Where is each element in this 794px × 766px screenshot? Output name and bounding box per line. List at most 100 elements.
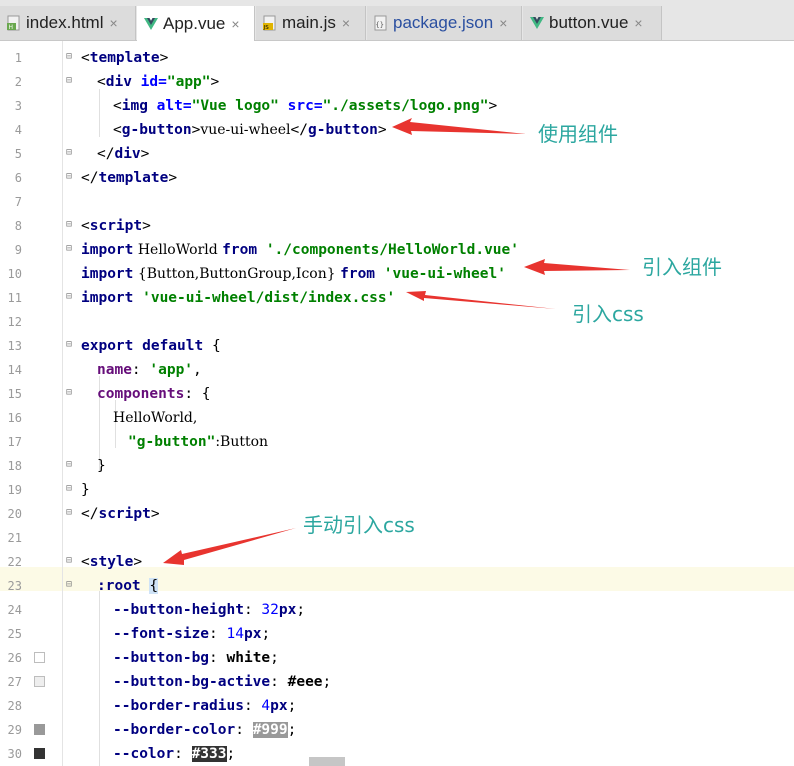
line-number: 14 <box>7 363 22 377</box>
line-number: 8 <box>14 219 22 233</box>
close-icon[interactable]: × <box>342 15 350 31</box>
code-text: <style> <box>81 554 143 570</box>
code-line: 4 <g-button>vue-ui-wheel</g-button> <box>0 118 794 142</box>
line-number: 30 <box>7 747 22 761</box>
close-icon[interactable]: × <box>231 16 239 32</box>
code-line: 7 <box>0 190 794 214</box>
fold-icon[interactable]: ⊟ <box>66 556 77 567</box>
code-line: 23 ⊟ :root { <box>0 574 794 598</box>
json-file-icon: {} <box>374 15 387 31</box>
code-text: </template> <box>81 170 178 186</box>
code-line: 29 --border-color: #999; <box>0 718 794 742</box>
fold-icon[interactable]: ⊟ <box>66 388 77 399</box>
code-text: --color: #333; <box>113 746 236 762</box>
code-line: 15 ⊟ components: { <box>0 382 794 406</box>
code-line: 27 --button-bg-active: #eee; <box>0 670 794 694</box>
line-number: 29 <box>7 723 22 737</box>
code-line: 8 ⊟ <script> <box>0 214 794 238</box>
code-text: import HelloWorld from './components/Hel… <box>81 242 519 258</box>
code-line: 6 ⊟ </template> <box>0 166 794 190</box>
annotation-import-component: 引入组件 <box>642 255 722 279</box>
line-number: 26 <box>7 651 22 665</box>
code-line: 17 "g-button":Button <box>0 430 794 454</box>
code-line: 25 --font-size: 14px; <box>0 622 794 646</box>
code-text: --button-bg: white; <box>113 650 279 666</box>
svg-text:JS: JS <box>263 25 270 31</box>
code-line: 24 --button-height: 32px; <box>0 598 794 622</box>
color-swatch-white[interactable] <box>34 652 45 663</box>
line-number: 4 <box>14 123 22 137</box>
code-text: </div> <box>97 146 150 162</box>
tab-app-vue[interactable]: App.vue × <box>137 6 255 41</box>
line-number: 3 <box>14 99 22 113</box>
fold-icon[interactable]: ⊟ <box>66 292 77 303</box>
fold-icon[interactable]: ⊟ <box>66 460 77 471</box>
annotation-import-css: 引入css <box>572 302 644 326</box>
color-swatch-999[interactable] <box>34 724 45 735</box>
line-number: 11 <box>7 291 22 305</box>
fold-icon[interactable]: ⊟ <box>66 148 77 159</box>
line-number: 17 <box>7 435 22 449</box>
fold-icon[interactable]: ⊟ <box>66 76 77 87</box>
horizontal-scrollbar-thumb[interactable] <box>309 757 345 766</box>
line-number: 7 <box>14 195 22 209</box>
line-number: 5 <box>14 147 22 161</box>
color-swatch-eee[interactable] <box>34 676 45 687</box>
svg-text:H: H <box>9 24 14 31</box>
line-number: 13 <box>7 339 22 353</box>
code-line: 2 ⊟ <div id="app"> <box>0 70 794 94</box>
code-text: name: 'app', <box>97 362 202 378</box>
line-number: 16 <box>7 411 22 425</box>
code-line: 13 ⊟ export default { <box>0 334 794 358</box>
code-text: import {Button,ButtonGroup,Icon} from 'v… <box>81 266 506 282</box>
code-text: --border-color: #999; <box>113 722 297 738</box>
svg-text:{}: {} <box>376 21 384 29</box>
line-number: 18 <box>7 459 22 473</box>
code-text: :root { <box>97 578 159 594</box>
tab-label: App.vue <box>163 13 226 33</box>
line-number: 12 <box>7 315 22 329</box>
color-swatch-333[interactable] <box>34 748 45 759</box>
code-text: HelloWorld, <box>113 410 198 426</box>
tab-package-json[interactable]: {} package.json × <box>367 6 522 40</box>
code-line: 26 --button-bg: white; <box>0 646 794 670</box>
vue-file-icon <box>144 17 158 30</box>
tab-main-js[interactable]: JS main.js × <box>256 6 366 40</box>
fold-icon[interactable]: ⊟ <box>66 172 77 183</box>
fold-icon[interactable]: ⊟ <box>66 340 77 351</box>
code-text: --button-bg-active: #eee; <box>113 674 332 690</box>
fold-icon[interactable]: ⊟ <box>66 508 77 519</box>
code-line: 30 --color: #333; <box>0 742 794 766</box>
line-number: 28 <box>7 699 22 713</box>
line-number: 27 <box>7 675 22 689</box>
code-text: <template> <box>81 50 169 66</box>
fold-icon[interactable]: ⊟ <box>66 580 77 591</box>
line-number: 10 <box>7 267 22 281</box>
code-text: <img alt="Vue logo" src="./assets/logo.p… <box>113 98 498 114</box>
close-icon[interactable]: × <box>634 15 642 31</box>
html-file-icon: H <box>7 15 20 31</box>
line-number: 22 <box>7 555 22 569</box>
code-line: 19 ⊟ } <box>0 478 794 502</box>
tab-label: button.vue <box>549 13 629 32</box>
code-text: <script> <box>81 218 151 234</box>
fold-icon[interactable]: ⊟ <box>66 244 77 255</box>
tab-button-vue[interactable]: button.vue × <box>523 6 662 40</box>
close-icon[interactable]: × <box>109 15 117 31</box>
code-text: --font-size: 14px; <box>113 626 271 642</box>
line-number: 25 <box>7 627 22 641</box>
code-text: </script> <box>81 506 160 522</box>
code-line: 16 HelloWorld, <box>0 406 794 430</box>
code-editor[interactable]: 1 ⊟ <template> 2 ⊟ <div id="app"> 3 <img… <box>0 41 794 766</box>
line-number: 15 <box>7 387 22 401</box>
fold-icon[interactable]: ⊟ <box>66 52 77 63</box>
close-icon[interactable]: × <box>499 15 507 31</box>
tab-index-html[interactable]: H index.html × <box>0 6 136 40</box>
fold-icon[interactable]: ⊟ <box>66 484 77 495</box>
fold-icon[interactable]: ⊟ <box>66 220 77 231</box>
code-text: "g-button":Button <box>128 434 269 450</box>
code-text: --border-radius: 4px; <box>113 698 297 714</box>
line-number: 23 <box>7 579 22 593</box>
code-line: 11 ⊟ import 'vue-ui-wheel/dist/index.css… <box>0 286 794 310</box>
code-text: --button-height: 32px; <box>113 602 306 618</box>
